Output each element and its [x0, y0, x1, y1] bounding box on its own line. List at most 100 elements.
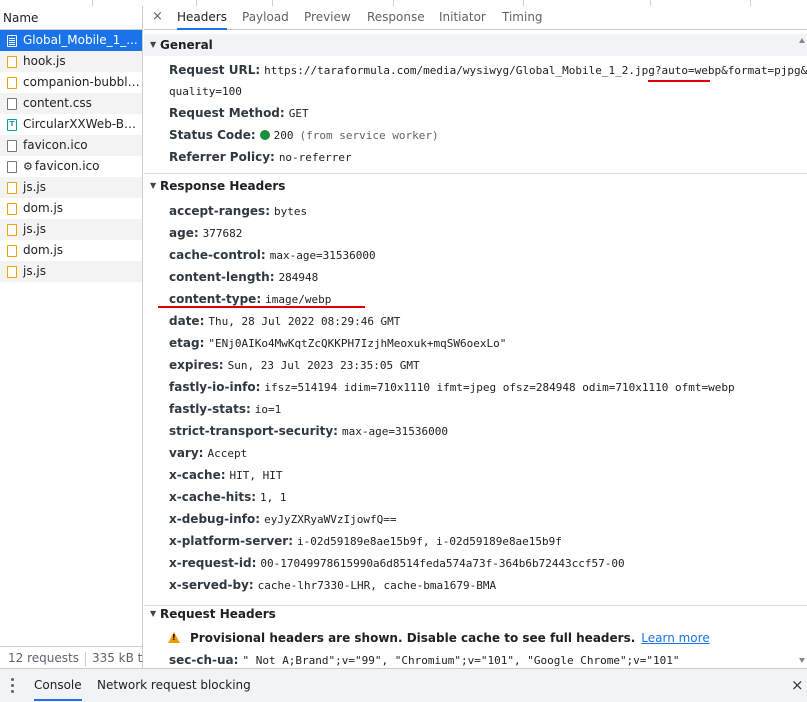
- response-header-row: accept-ranges: bytes: [169, 204, 307, 218]
- request-name: Global_Mobile_1_...: [23, 33, 138, 47]
- request-url-value: https://taraformula.com/media/wysiwyg/Gl…: [264, 64, 807, 77]
- header-value: 00-17049978615990a6d8514feda574a73f-364b…: [260, 557, 625, 570]
- request-row[interactable]: ⚙ favicon.ico: [0, 156, 142, 177]
- header-key: x-debug-info:: [169, 512, 261, 526]
- request-row[interactable]: T CircularXXWeb-Bo...: [0, 114, 142, 135]
- header-value: max-age=31536000: [269, 249, 376, 262]
- document-file-icon: [7, 161, 17, 173]
- header-value: cache-lhr7330-LHR, cache-bma1679-BMA: [257, 579, 497, 592]
- header-value: eyJyZXRyaWVzIjowfQ==: [264, 513, 397, 526]
- response-headers-section-header[interactable]: ▼ Response Headers: [144, 175, 807, 197]
- status-code-row: Status Code: 200 (from service worker): [169, 128, 439, 142]
- status-code-note: (from service worker): [299, 129, 439, 142]
- response-headers-title: Response Headers: [160, 179, 286, 193]
- header-value: Thu, 28 Jul 2022 08:29:46 GMT: [208, 315, 401, 328]
- header-value: image/webp: [265, 293, 332, 306]
- header-key: x-request-id:: [169, 556, 257, 570]
- sec-ch-ua-value: " Not A;Brand";v="99", "Chromium";v="101…: [242, 654, 680, 667]
- tab-payload[interactable]: Payload: [242, 6, 289, 30]
- script-file-icon: [7, 224, 17, 236]
- more-options-icon[interactable]: [11, 678, 14, 693]
- tab-timing[interactable]: Timing: [502, 6, 543, 30]
- sec-ch-ua-row: sec-ch-ua: " Not A;Brand";v="99", "Chromi…: [169, 653, 680, 667]
- request-row[interactable]: js.js: [0, 177, 142, 198]
- tab-headers[interactable]: Headers: [177, 6, 227, 30]
- request-name: js.js: [23, 264, 46, 278]
- header-key: expires:: [169, 358, 224, 372]
- provisional-headers-warning: Provisional headers are shown. Disable c…: [168, 631, 710, 645]
- request-name: favicon.ico: [23, 138, 88, 152]
- drawer-tab-network-request-blocking[interactable]: Network request blocking: [97, 669, 251, 701]
- status-code-value: 200: [273, 129, 294, 142]
- drawer-tab-console[interactable]: Console: [34, 669, 82, 701]
- close-drawer-icon[interactable]: ×: [791, 676, 804, 694]
- request-row[interactable]: dom.js: [0, 240, 142, 261]
- response-header-row: content-type: image/webp: [169, 292, 331, 306]
- referrer-policy-row: Referrer Policy: no-referrer: [169, 150, 352, 164]
- header-key: x-served-by:: [169, 578, 254, 592]
- details-tab-bar: × Headers Payload Preview Response Initi…: [144, 6, 807, 30]
- request-row[interactable]: dom.js: [0, 198, 142, 219]
- request-row[interactable]: companion-bubble...: [0, 72, 142, 93]
- referrer-policy-key: Referrer Policy:: [169, 150, 275, 164]
- tab-response[interactable]: Response: [367, 6, 425, 30]
- close-details-icon[interactable]: ×: [152, 9, 163, 24]
- script-file-icon: [7, 245, 17, 257]
- transferred-size: 335 kB tr: [91, 651, 143, 665]
- request-url-row: Request URL: https://taraformula.com/medi…: [169, 63, 807, 77]
- header-key: x-cache:: [169, 468, 226, 482]
- response-header-row: x-debug-info: eyJyZXRyaWVzIjowfQ==: [169, 512, 397, 526]
- collapse-triangle-icon: ▼: [150, 609, 157, 618]
- header-value: 284948: [278, 271, 319, 284]
- header-key: age:: [169, 226, 199, 240]
- request-details-panel: × Headers Payload Preview Response Initi…: [144, 6, 807, 668]
- learn-more-link[interactable]: Learn more: [641, 631, 709, 645]
- general-section-title: General: [160, 38, 213, 52]
- header-value: Accept: [207, 447, 248, 460]
- summary-divider: [84, 651, 86, 666]
- header-key: fastly-stats:: [169, 402, 251, 416]
- request-name: dom.js: [23, 201, 64, 215]
- annotation-underline-content-type: [158, 306, 365, 308]
- gear-icon: ⚙: [23, 160, 33, 173]
- request-row[interactable]: hook.js: [0, 51, 142, 72]
- header-value: "ENj0AIKo4MwKqtZcQKKPH7IzjhMeoxuk+mqSW6o…: [208, 337, 507, 350]
- request-url-value-cont: quality=100: [169, 85, 242, 98]
- request-row[interactable]: favicon.ico: [0, 135, 142, 156]
- request-row[interactable]: Global_Mobile_1_...: [0, 30, 142, 51]
- tab-preview[interactable]: Preview: [304, 6, 351, 30]
- section-divider: [144, 173, 807, 174]
- header-key: x-platform-server:: [169, 534, 294, 548]
- general-section-header[interactable]: ▼ General: [144, 34, 807, 56]
- request-row[interactable]: js.js: [0, 219, 142, 240]
- header-value: HIT, HIT: [229, 469, 283, 482]
- document-file-icon: [7, 140, 17, 152]
- header-value: 377682: [202, 227, 243, 240]
- response-header-row: cache-control: max-age=31536000: [169, 248, 376, 262]
- request-headers-title: Request Headers: [160, 607, 276, 621]
- tab-initiator[interactable]: Initiator: [439, 6, 486, 30]
- scroll-up-arrow-icon[interactable]: [799, 38, 805, 43]
- script-file-icon: [7, 266, 17, 278]
- header-key: content-type:: [169, 292, 262, 306]
- warning-icon: [168, 632, 180, 643]
- response-header-row: x-request-id: 00-17049978615990a6d8514fed…: [169, 556, 625, 570]
- status-ok-icon: [259, 130, 270, 140]
- header-key: etag:: [169, 336, 205, 350]
- request-count: 12 requests: [8, 651, 79, 665]
- request-headers-section-header[interactable]: ▼ Request Headers: [144, 603, 807, 625]
- request-row[interactable]: js.js: [0, 261, 142, 282]
- request-method-value: GET: [288, 107, 309, 120]
- header-key: content-length:: [169, 270, 275, 284]
- header-value: max-age=31536000: [341, 425, 448, 438]
- request-name: CircularXXWeb-Bo...: [23, 117, 142, 131]
- response-header-row: x-served-by: cache-lhr7330-LHR, cache-bma…: [169, 578, 496, 592]
- collapse-triangle-icon: ▼: [150, 181, 157, 190]
- collapse-triangle-icon: ▼: [150, 40, 157, 49]
- scroll-down-arrow-icon[interactable]: [799, 658, 805, 663]
- header-key: strict-transport-security:: [169, 424, 338, 438]
- sec-ch-ua-key: sec-ch-ua:: [169, 653, 239, 667]
- request-summary-bar: 12 requests 335 kB tr: [0, 646, 143, 668]
- request-row[interactable]: content.css: [0, 93, 142, 114]
- name-column-header[interactable]: Name: [0, 6, 142, 30]
